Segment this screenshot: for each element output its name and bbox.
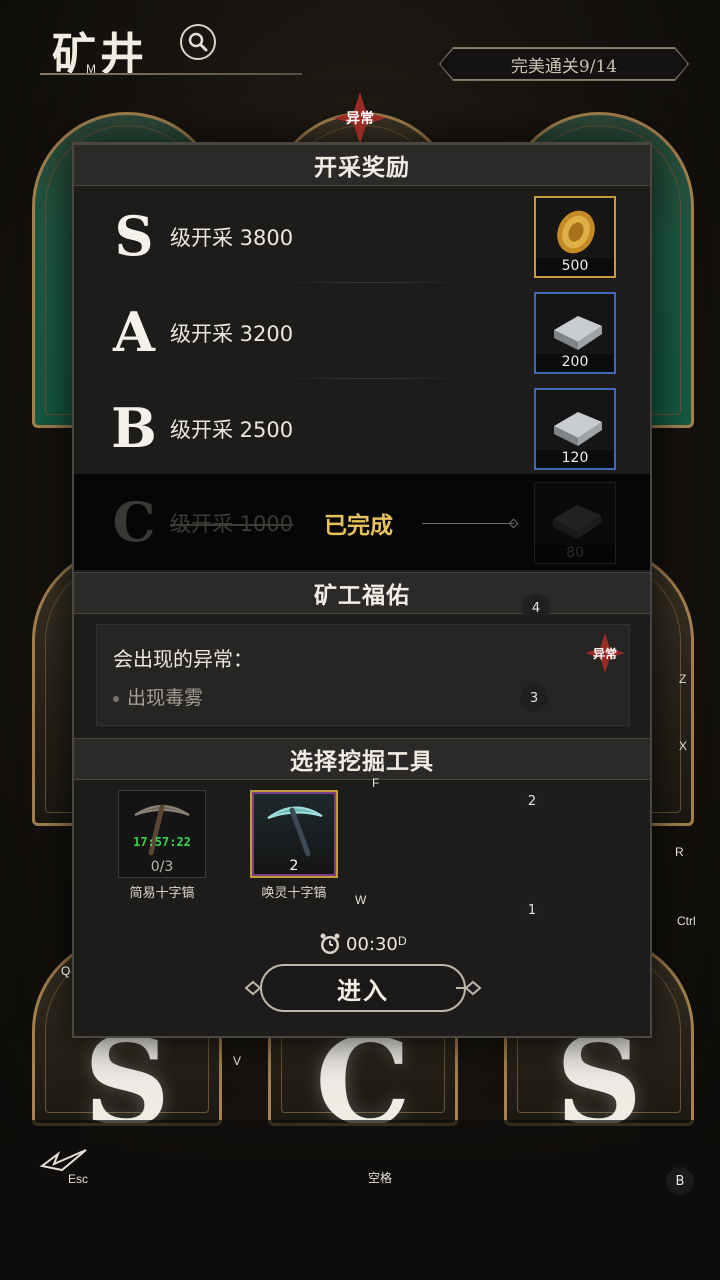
row-divider xyxy=(274,282,470,283)
tool-count: 0/3 xyxy=(150,859,174,875)
key-hint-4: 4 xyxy=(522,594,550,622)
completed-status: 已完成 xyxy=(324,513,393,539)
ornament-right-icon xyxy=(456,980,482,996)
reward-label: 级开采 3800 xyxy=(170,226,294,250)
completed-line xyxy=(422,523,514,524)
grade-letter: B xyxy=(111,396,157,460)
silver-ingot-icon xyxy=(554,316,602,350)
anomaly-panel: 会出现的异常： 出现毒雾 异常 xyxy=(96,624,630,726)
reward-item-slot[interactable]: 200 xyxy=(534,292,616,374)
item-quantity: 500 xyxy=(536,258,614,276)
anomaly-list-item: 出现毒雾 xyxy=(113,683,203,710)
entry-timer: 00:30 xyxy=(318,932,398,956)
reward-label: 级开采 1000 xyxy=(170,512,294,536)
reward-row: S 级开采 3800 500 xyxy=(74,188,650,284)
enter-button[interactable]: 进入 xyxy=(260,964,466,1012)
timer-value: 00:30 xyxy=(346,933,398,955)
silver-ingot-icon xyxy=(554,412,602,446)
anomaly-badge-label: 异常 xyxy=(592,646,617,661)
anomaly-heading: 会出现的异常： xyxy=(113,647,253,671)
key-hint-x: X xyxy=(679,739,688,753)
key-hint-b: B xyxy=(666,1167,694,1195)
gold-coin-icon xyxy=(557,210,595,254)
spirit-pickaxe-icon xyxy=(267,806,323,857)
key-hint-2: 2 xyxy=(518,787,546,815)
reward-row: B 级开采 2500 120 xyxy=(74,380,650,476)
alarm-clock-icon xyxy=(320,933,340,954)
anomaly-badge-label: 异常 xyxy=(346,111,374,127)
anomaly-badge-top[interactable]: 异常 xyxy=(334,92,386,144)
reward-label: 级开采 3200 xyxy=(170,322,294,346)
reward-label: 级开采 2500 xyxy=(170,418,294,442)
blessing-section-title: 矿工福佑 xyxy=(74,572,650,614)
silver-ingot-icon xyxy=(553,505,601,539)
anomaly-text: 出现毒雾 xyxy=(127,687,204,709)
reward-item-slot[interactable]: 120 xyxy=(534,388,616,470)
rewards-section-title: 开采奖励 xyxy=(74,144,650,186)
tool-simple-pickaxe[interactable]: 17:57:22 0/3 简易十字镐 xyxy=(118,790,206,901)
back-button[interactable]: Esc xyxy=(38,1146,92,1186)
search-icon xyxy=(188,32,208,52)
key-hint-f: F xyxy=(372,776,380,790)
reward-row: A 级开采 3200 200 xyxy=(74,284,650,380)
tool-name: 唤灵十字镐 xyxy=(261,886,327,901)
anomaly-badge[interactable]: 异常 xyxy=(585,633,625,673)
tool-count: 2 xyxy=(289,858,299,874)
key-hint-v: V xyxy=(233,1054,242,1068)
key-hint-w: W xyxy=(355,893,367,907)
perfect-clear-progress[interactable]: 完美通关9/14 xyxy=(440,48,688,80)
row-divider xyxy=(274,378,470,379)
reward-item-slot: 80 xyxy=(534,482,616,564)
key-hint-space: 空格 xyxy=(368,1171,393,1185)
key-hint-r: R xyxy=(675,845,684,859)
item-quantity: 200 xyxy=(536,354,614,372)
key-hint-3: 3 xyxy=(520,684,548,712)
grade-letter: C xyxy=(112,490,156,554)
key-hint-1: 1 xyxy=(518,896,546,924)
key-hint-q: Q xyxy=(61,964,71,978)
grade-letter: A xyxy=(113,300,155,364)
title-underline xyxy=(40,73,302,75)
key-hint-m: M xyxy=(86,62,96,76)
bottom-fade xyxy=(0,1120,720,1280)
grade-letter: S xyxy=(114,204,154,268)
tool-spirit-pickaxe[interactable]: 2 唤灵十字镐 xyxy=(250,790,338,901)
search-button[interactable] xyxy=(180,24,216,60)
tools-section-title: 选择挖掘工具 xyxy=(74,738,650,780)
tool-name: 简易十字镐 xyxy=(129,886,195,901)
key-hint-z: Z xyxy=(679,672,687,686)
key-hint-esc: Esc xyxy=(68,1172,89,1186)
bullet-icon xyxy=(113,695,119,702)
completed-line-diamond xyxy=(508,518,519,529)
tool-slot-selected: 2 xyxy=(250,790,338,878)
reward-item-slot[interactable]: 500 xyxy=(534,196,616,278)
reward-row-completed: C 级开采 1000 已完成 80 xyxy=(74,474,650,570)
item-quantity: 80 xyxy=(535,545,615,563)
item-quantity: 120 xyxy=(536,450,614,468)
key-hint-d: D xyxy=(398,934,407,948)
key-hint-ctrl: Ctrl xyxy=(677,914,696,928)
cooldown-timer: 17:57:22 xyxy=(133,835,191,849)
tool-slot: 17:57:22 0/3 xyxy=(118,790,206,878)
